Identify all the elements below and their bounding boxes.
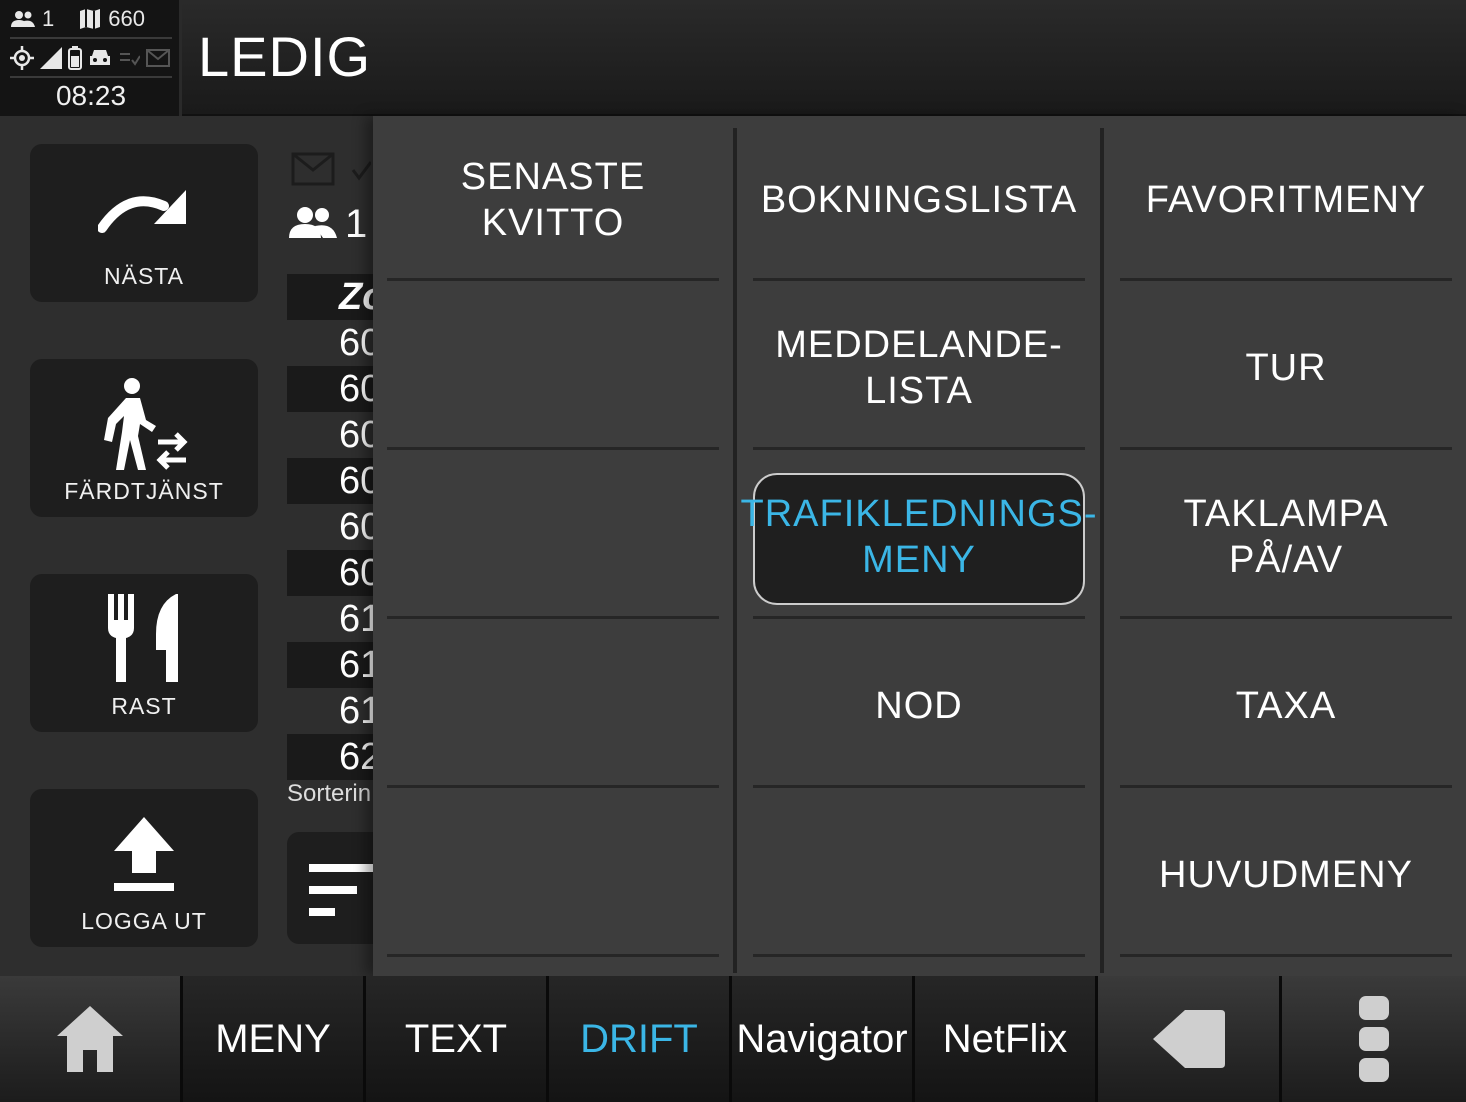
next-button[interactable]: NÄSTA <box>30 144 258 302</box>
back-arrow-icon <box>1152 1010 1225 1068</box>
menu-separator <box>1120 447 1452 450</box>
menu-taklampa[interactable]: TAKLAMPA PÅ/AV <box>1120 453 1452 621</box>
passenger-count: 1 <box>42 6 55 31</box>
status-counters: 1 660 <box>10 4 145 34</box>
passenger-count: 1 <box>345 202 368 246</box>
more-button[interactable] <box>1282 976 1466 1102</box>
menu-separator <box>753 785 1085 788</box>
fardtjanst-button[interactable]: FÄRDTJÄNST <box>30 359 258 517</box>
column-divider <box>1100 128 1104 973</box>
signal-icon <box>40 47 62 69</box>
menu-trafikledningsmeny[interactable]: TRAFIKLEDNINGS- MENY <box>740 453 1097 621</box>
passengers-icon <box>11 11 35 27</box>
back-button[interactable] <box>1098 976 1282 1102</box>
tab-text[interactable]: TEXT <box>366 976 549 1102</box>
menu-meddelandelista[interactable]: MEDDELANDE- LISTA <box>753 284 1085 452</box>
list-item[interactable]: 62 <box>287 734 377 780</box>
list-item[interactable]: 60 <box>287 550 377 596</box>
sort-icon <box>309 864 377 916</box>
page-title: LEDIG <box>198 25 372 88</box>
status-panel: 1 660 08:23 <box>0 0 182 116</box>
menu-nod[interactable]: NOD <box>753 622 1085 790</box>
list-item[interactable]: 60 <box>287 458 377 504</box>
menu-senaste-kvitto[interactable]: SENASTE KVITTO <box>387 116 719 284</box>
menu-separator <box>387 785 719 788</box>
menu-huvudmeny[interactable]: HUVUDMENY <box>1120 791 1452 959</box>
menu-separator <box>1120 785 1452 788</box>
list-item[interactable]: 60 <box>287 504 377 550</box>
rast-button[interactable]: RAST <box>30 574 258 732</box>
menu-favoritmeny[interactable]: FAVORITMENY <box>1120 116 1452 284</box>
gps-icon <box>10 46 34 70</box>
menu-empty-slot <box>387 622 719 790</box>
menu-separator <box>1120 954 1452 957</box>
home-icon <box>57 1006 123 1072</box>
mail-disabled-icon <box>146 49 170 67</box>
menu-empty-slot <box>753 791 1085 959</box>
menu-trafikledningsmeny-label: TRAFIKLEDNINGS- MENY <box>740 493 1098 581</box>
walking-transfer-icon <box>30 378 258 470</box>
map-icon <box>80 9 101 29</box>
upload-icon <box>30 809 258 899</box>
tab-meny[interactable]: MENY <box>183 976 366 1102</box>
list-item[interactable]: 61 <box>287 642 377 688</box>
fardtjanst-label: FÄRDTJÄNST <box>64 478 224 504</box>
status-icons <box>10 42 170 74</box>
menu-separator <box>753 447 1085 450</box>
tab-navigator[interactable]: Navigator <box>732 976 915 1102</box>
list-item[interactable]: 60 <box>287 320 377 366</box>
logout-label: LOGGA UT <box>81 908 207 934</box>
check-disabled-icon <box>120 53 140 66</box>
menu-separator <box>1120 278 1452 281</box>
bottom-bar: MENY TEXT DRIFT Navigator NetFlix <box>0 976 1466 1102</box>
menu-empty-slot <box>387 453 719 621</box>
column-divider <box>733 128 737 973</box>
top-bar: 1 660 08:23 LEDIG <box>0 0 1466 116</box>
menu-separator <box>387 447 719 450</box>
next-label: NÄSTA <box>104 263 184 289</box>
logout-button[interactable]: LOGGA UT <box>30 789 258 947</box>
list-item[interactable]: 61 <box>287 688 377 734</box>
menu-taxa[interactable]: TAXA <box>1120 622 1452 790</box>
menu-separator <box>387 278 719 281</box>
redo-arrow-icon <box>30 164 258 254</box>
menu-empty-slot <box>387 284 719 452</box>
mail-icon <box>291 152 371 186</box>
list-item[interactable]: 60 <box>287 412 377 458</box>
clock: 08:23 <box>55 80 127 111</box>
tab-netflix[interactable]: NetFlix <box>915 976 1098 1102</box>
menu-separator <box>753 278 1085 281</box>
home-button[interactable] <box>0 976 183 1102</box>
menu-tur[interactable]: TUR <box>1120 284 1452 452</box>
menu-separator <box>753 954 1085 957</box>
menu-separator <box>1120 616 1452 619</box>
list-item[interactable]: 61 <box>287 596 377 642</box>
fork-knife-icon <box>30 594 258 684</box>
menu-column-1: SENASTE KVITTO <box>387 116 719 966</box>
rast-label: RAST <box>111 693 177 719</box>
list-header: Zo <box>287 274 377 320</box>
menu-bokningslista[interactable]: BOKNINGSLISTA <box>753 116 1085 284</box>
menu-separator <box>753 616 1085 619</box>
vehicle-number: 660 <box>108 6 145 31</box>
sort-label: Sorterin <box>287 780 372 807</box>
list-item[interactable]: 60 <box>287 366 377 412</box>
more-vertical-icon <box>1359 996 1389 1082</box>
status-divider <box>10 37 172 39</box>
booking-list-partial: 1 Zo 60 60 60 60 60 60 61 61 61 62 Sorte… <box>287 140 377 980</box>
menu-empty-slot <box>387 791 719 959</box>
menu-separator <box>387 954 719 957</box>
car-icon <box>90 50 110 65</box>
menu-overlay: SENASTE KVITTO BOKNINGSLISTA MEDDELANDE-… <box>373 116 1466 976</box>
tab-drift[interactable]: DRIFT <box>549 976 732 1102</box>
sort-button[interactable] <box>287 832 377 944</box>
status-divider <box>10 76 172 78</box>
passengers-icon <box>289 207 337 238</box>
menu-separator <box>387 616 719 619</box>
menu-column-3: FAVORITMENY TUR TAKLAMPA PÅ/AV TAXA HUVU… <box>1120 116 1452 966</box>
menu-column-2: BOKNINGSLISTA MEDDELANDE- LISTA TRAFIKLE… <box>740 116 1097 966</box>
battery-icon <box>68 46 82 70</box>
